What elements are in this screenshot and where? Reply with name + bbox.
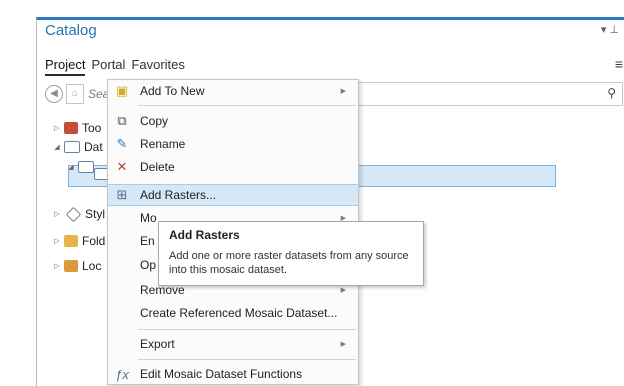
menu-item-label: Mo: [140, 211, 157, 225]
rename-icon: ✎: [116, 136, 128, 151]
pane-controls[interactable]: ▾ ⊥: [601, 23, 619, 36]
tree-item-styles[interactable]: ▷ Styl: [52, 205, 105, 223]
overflow-menu-icon[interactable]: ≡: [615, 56, 623, 72]
menu-item-label: Op: [140, 258, 157, 272]
add-to-new-icon: ▣: [115, 83, 129, 98]
locator-icon: [64, 260, 78, 272]
delete-icon: ✕: [116, 159, 128, 174]
menu-item-label: En: [140, 234, 155, 248]
menu-item-label: Copy: [140, 114, 169, 128]
submenu-arrow-icon: ▶: [340, 341, 346, 348]
tree-item-label: Styl: [85, 207, 106, 221]
menu-item-delete[interactable]: ✕ Delete: [108, 156, 358, 178]
tree-item-databases[interactable]: ◢ Dat: [52, 138, 103, 156]
menu-separator: [138, 359, 356, 360]
tree-item-locators[interactable]: ▷ Loc: [52, 257, 101, 275]
menu-item-export[interactable]: Export ▶: [108, 333, 358, 355]
tree-item-label: Loc: [82, 259, 102, 273]
expand-icon[interactable]: ▷: [52, 210, 62, 218]
tab-portal[interactable]: Portal: [91, 57, 125, 76]
tooltip-title: Add Rasters: [169, 228, 240, 242]
search-icon[interactable]: ⚲: [607, 86, 616, 100]
menu-item-label: Add Rasters...: [140, 188, 217, 202]
tree-item-label: Dat: [84, 140, 103, 154]
pane-title: Catalog: [45, 22, 97, 39]
menu-item-create-referenced[interactable]: Create Referenced Mosaic Dataset...: [108, 302, 358, 324]
menu-item-label: Export: [140, 337, 175, 351]
submenu-arrow-icon: ▶: [340, 287, 346, 294]
tab-favorites[interactable]: Favorites: [131, 57, 184, 76]
menu-item-label: Create Referenced Mosaic Dataset...: [140, 306, 338, 320]
tooltip-body: Add one or more raster datasets from any…: [169, 250, 409, 276]
collapse-icon[interactable]: ◢: [52, 143, 62, 151]
menu-item-copy[interactable]: ⧉ Copy: [108, 110, 358, 132]
expand-icon[interactable]: ▷: [52, 124, 62, 132]
menu-item-label: Edit Mosaic Dataset Functions: [140, 367, 303, 381]
menu-item-edit-functions[interactable]: ƒx Edit Mosaic Dataset Functions: [108, 363, 358, 385]
copy-icon: ⧉: [117, 113, 127, 128]
tooltip: Add Rasters Add one or more raster datas…: [158, 221, 424, 286]
collapse-icon[interactable]: ◢: [66, 163, 76, 171]
home-icon[interactable]: ⌂: [66, 84, 84, 104]
search-row: ◀ ⌂ Sea: [45, 82, 109, 106]
styles-icon: [65, 206, 82, 222]
folder-icon: [64, 235, 78, 247]
toolbox-icon: [64, 122, 78, 134]
tree-item-label: Too: [82, 121, 102, 135]
tree-item-label: Fold: [82, 234, 106, 248]
menu-separator: [138, 105, 356, 106]
tree-item-folders[interactable]: ▷ Fold: [52, 232, 105, 250]
menu-item-label: Rename: [140, 137, 186, 151]
search-box[interactable]: ⚲: [357, 82, 623, 106]
edit-functions-icon: ƒx: [115, 366, 129, 382]
submenu-arrow-icon: ▶: [340, 88, 346, 95]
menu-separator: [138, 329, 356, 330]
menu-item-rename[interactable]: ✎ Rename: [108, 133, 358, 155]
back-icon[interactable]: ◀: [45, 85, 63, 103]
tab-project[interactable]: Project: [45, 57, 86, 76]
database-icon: [64, 141, 80, 153]
tree-item-toolboxes[interactable]: ▷ Too: [52, 119, 101, 137]
expand-icon[interactable]: ▷: [52, 237, 62, 245]
expand-icon[interactable]: ▷: [52, 262, 62, 270]
menu-item-add-rasters[interactable]: ⊞ Add Rasters...: [108, 184, 358, 206]
menu-item-label: Delete: [140, 160, 175, 174]
menu-item-add-to-new[interactable]: ▣ Add To New ▶: [108, 80, 358, 102]
catalog-tabs: Project Portal Favorites: [45, 57, 185, 76]
menu-item-label: Add To New: [140, 84, 205, 98]
add-rasters-icon: ⊞: [116, 187, 128, 202]
